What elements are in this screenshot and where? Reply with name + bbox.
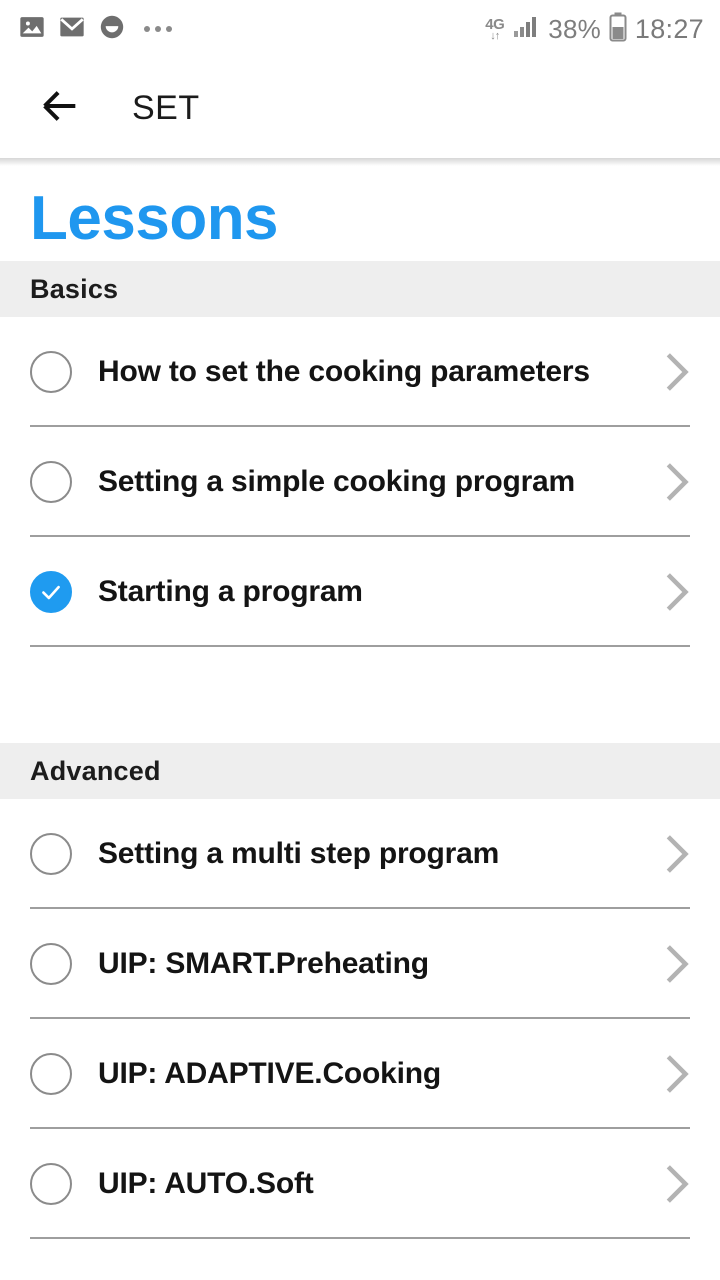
list-item[interactable]: How to set the cooking parameters (0, 317, 720, 428)
signal-bars-icon (512, 15, 540, 44)
section-basics: Basics How to set the cooking parameters… (0, 261, 720, 648)
list-item-label: Setting a multi step program (98, 837, 500, 871)
status-bar-notifications (18, 13, 172, 46)
back-arrow-icon (37, 83, 83, 134)
list-item[interactable]: UIP: ADAPTIVE.Cooking (0, 1019, 720, 1130)
back-button[interactable] (32, 80, 88, 136)
chevron-right-icon (660, 941, 694, 987)
list-item[interactable]: UIP: SMART.Preheating (0, 909, 720, 1020)
chevron-right-icon (660, 459, 694, 505)
lesson-status-circle-icon[interactable] (30, 1053, 72, 1096)
app-bar: SET (0, 58, 720, 166)
list-item-label: Starting a program (98, 575, 363, 609)
list-item-label: UIP: SMART.Preheating (98, 947, 429, 981)
section-advanced: Advanced Setting a multi step program UI… (0, 743, 720, 1240)
page-title-appbar: SET (132, 88, 200, 127)
list-item[interactable]: Setting a multi step program (0, 799, 720, 910)
smiley-icon (98, 13, 126, 46)
lesson-status-circle-icon[interactable] (30, 833, 72, 876)
list-item-label: UIP: ADAPTIVE.Cooking (98, 1057, 442, 1091)
list-item-label: UIP: AUTO.Soft (98, 1167, 314, 1201)
main-content: Lessons Basics How to set the cooking pa… (0, 158, 720, 1240)
lesson-status-circle-icon[interactable] (30, 1163, 72, 1206)
chevron-right-icon (660, 349, 694, 395)
photo-icon (18, 13, 46, 46)
section-header-basics: Basics (0, 261, 720, 318)
lesson-status-circle-icon[interactable] (30, 461, 72, 504)
status-bar: 4G ↓↑ 38% 18:27 (0, 0, 720, 58)
battery-icon (609, 12, 627, 47)
chevron-right-icon (660, 1161, 694, 1207)
clock-label: 18:27 (634, 13, 704, 44)
lesson-status-check-icon[interactable] (30, 571, 72, 614)
network-arrows-label: ↓↑ (490, 29, 500, 42)
mail-icon (58, 13, 86, 46)
lesson-status-circle-icon[interactable] (30, 943, 72, 986)
status-bar-system: 4G ↓↑ 38% 18:27 (485, 12, 704, 47)
page-heading: Lessons (30, 184, 279, 253)
section-list-advanced: Setting a multi step program UIP: SMART.… (0, 799, 720, 1240)
section-list-basics: How to set the cooking parameters Settin… (0, 317, 720, 648)
list-item-label: Setting a simple cooking program (98, 465, 576, 499)
battery-percent-label: 38% (548, 13, 601, 44)
chevron-right-icon (660, 569, 694, 615)
list-item[interactable]: Starting a program (0, 537, 720, 648)
section-divider-gap (0, 647, 720, 744)
lesson-status-circle-icon[interactable] (30, 351, 72, 394)
chevron-right-icon (660, 831, 694, 877)
more-icon (144, 26, 172, 32)
list-item[interactable]: UIP: AUTO.Soft (0, 1129, 720, 1240)
section-header-advanced: Advanced (0, 743, 720, 800)
list-item-label: How to set the cooking parameters (98, 355, 590, 389)
list-item[interactable]: Setting a simple cooking program (0, 427, 720, 538)
chevron-right-icon (660, 1051, 694, 1097)
network-type-icon: 4G ↓↑ (485, 17, 505, 42)
